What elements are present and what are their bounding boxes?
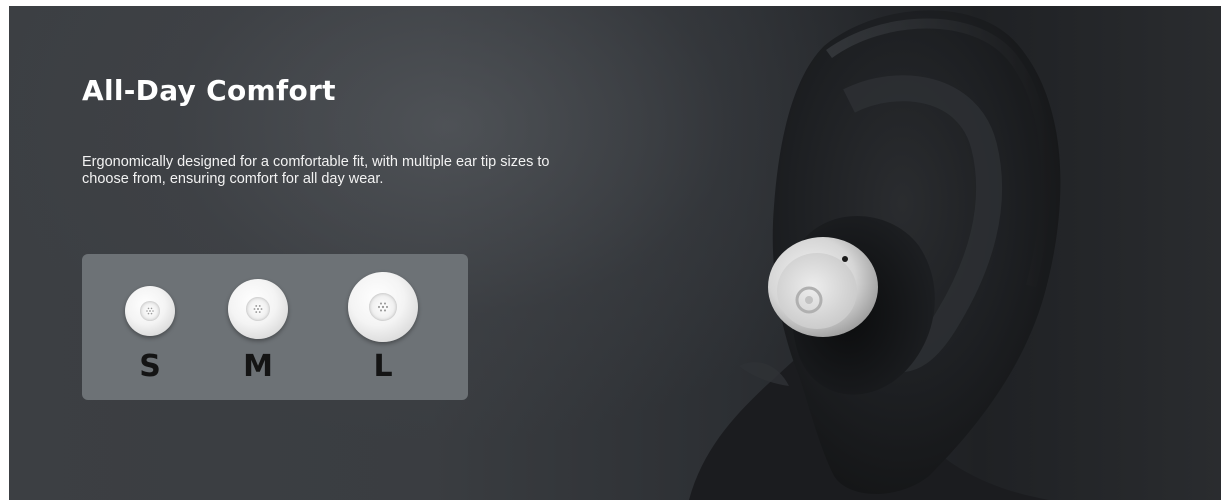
feature-description: Ergonomically designed for a comfortable… xyxy=(82,154,550,187)
ear-tip-size-label: S xyxy=(139,349,161,384)
ear-tip-large-icon xyxy=(348,272,418,342)
ear-tip-size-label: L xyxy=(373,349,393,384)
ear-tip-size-panel: S M L xyxy=(82,254,468,400)
comfort-banner: All-Day Comfort Ergonomically designed f… xyxy=(9,6,1221,500)
ear-tip-small-icon xyxy=(125,286,175,336)
page-title: All-Day Comfort xyxy=(82,74,336,107)
ear-tip-medium: M xyxy=(228,279,288,382)
ear-tip-size-label: M xyxy=(243,349,273,384)
ear-tip-small: S xyxy=(125,286,175,382)
ear-tip-large: L xyxy=(348,272,418,382)
ear-with-earbud-image xyxy=(689,10,1061,500)
ear-tip-medium-icon xyxy=(228,279,288,339)
